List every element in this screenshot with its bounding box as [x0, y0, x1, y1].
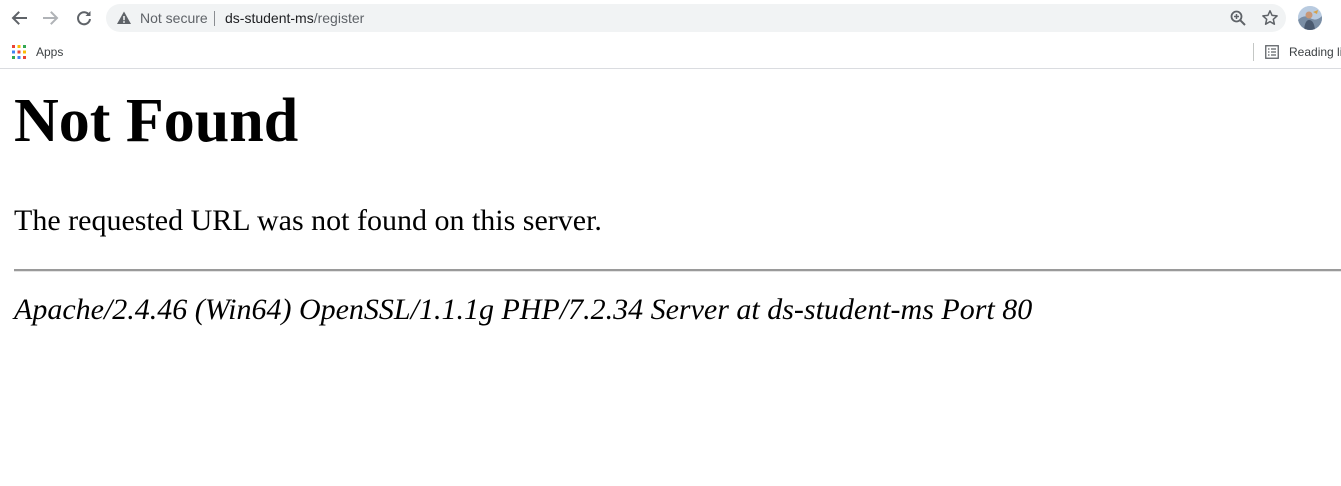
reload-button[interactable]: [71, 5, 97, 31]
url-path: /register: [313, 10, 365, 26]
page-title: Not Found: [14, 87, 299, 155]
browser-toolbar: Not secure ds-student-ms/register: [0, 0, 1341, 36]
reading-list-button[interactable]: Reading li: [1265, 42, 1341, 62]
server-signature: Apache/2.4.46 (Win64) OpenSSL/1.1.1g PHP…: [14, 293, 1033, 326]
zoom-icon[interactable]: [1229, 9, 1247, 27]
security-indicator[interactable]: Not secure: [116, 4, 208, 32]
url-host: ds-student-ms: [225, 10, 314, 26]
profile-picture: [1298, 6, 1322, 30]
security-label: Not secure: [140, 10, 208, 26]
back-button[interactable]: [6, 5, 32, 31]
apps-label: Apps: [36, 45, 64, 59]
omnibox-divider: [214, 11, 215, 26]
avatar[interactable]: [1298, 6, 1322, 30]
apps-shortcut[interactable]: Apps: [12, 42, 63, 62]
reload-icon: [77, 11, 91, 26]
forward-arrow-icon: [43, 11, 59, 25]
star-icon[interactable]: [1261, 9, 1279, 27]
url-text[interactable]: ds-student-ms/register: [225, 4, 364, 32]
apps-grid-icon: [12, 45, 26, 59]
bookmarks-bar: Apps Reading li: [0, 36, 1341, 69]
reading-list-icon: [1265, 45, 1279, 59]
address-bar[interactable]: Not secure ds-student-ms/register: [106, 4, 1286, 32]
page-content: Not Found The requested URL was not foun…: [0, 69, 1341, 486]
back-arrow-icon: [11, 11, 27, 25]
reading-list-label: Reading li: [1289, 45, 1341, 59]
error-message: The requested URL was not found on this …: [14, 204, 602, 237]
forward-button[interactable]: [38, 5, 64, 31]
warning-icon: [117, 11, 131, 24]
bookmarks-divider: [1253, 43, 1254, 61]
horizontal-rule: [14, 269, 1341, 272]
